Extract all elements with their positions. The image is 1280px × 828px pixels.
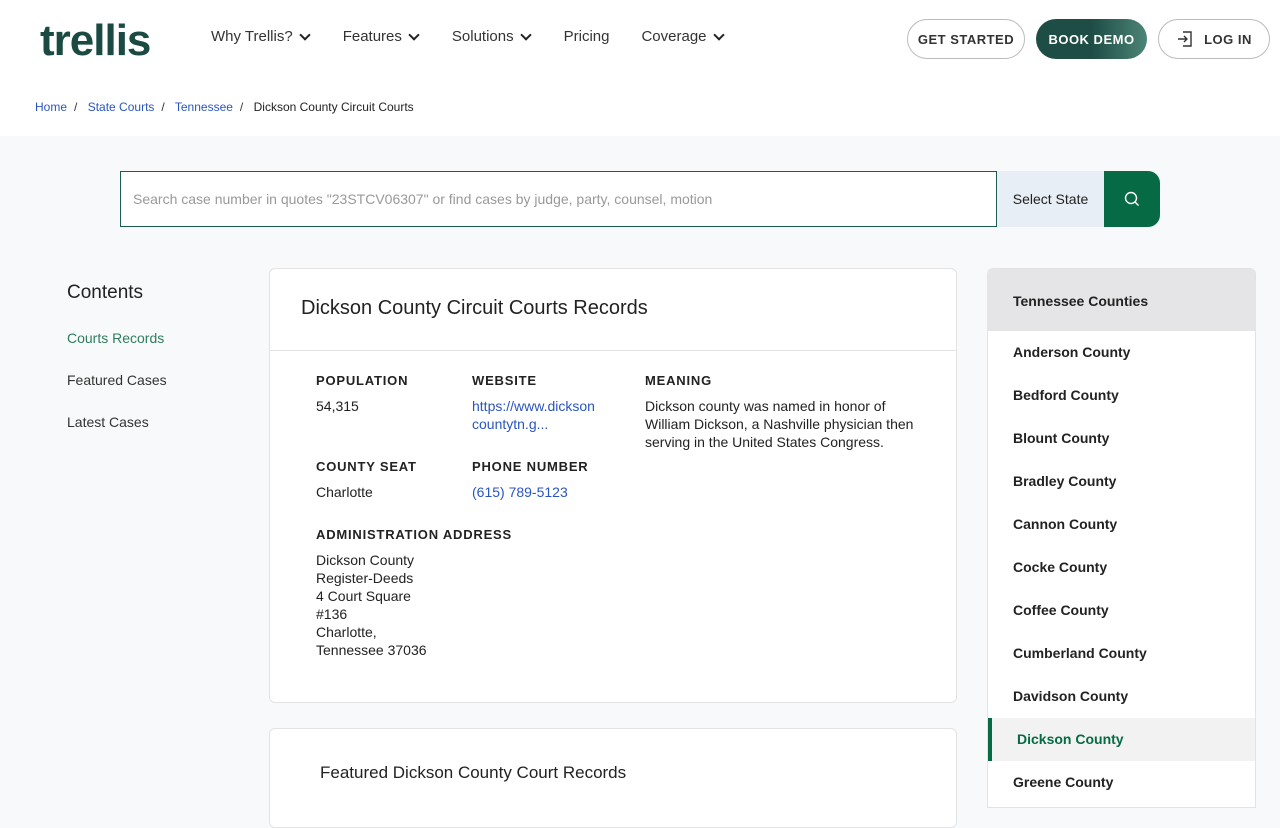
nav-label: Why Trellis?	[211, 28, 293, 45]
breadcrumb: Home / State Courts / Tennessee / Dickson C…	[35, 100, 414, 114]
table-of-contents: Contents Courts Records Featured Cases L…	[67, 282, 167, 456]
county-link[interactable]: Greene County	[988, 761, 1255, 804]
meaning-value: Dickson county was named in honor of Wil…	[645, 398, 914, 450]
county-link[interactable]: Dickson County	[988, 718, 1255, 761]
phone-link[interactable]: (615) 789-5123	[472, 483, 568, 501]
nav-solutions[interactable]: Solutions	[452, 28, 532, 45]
county-seat-value: Charlotte	[316, 484, 373, 500]
address-line: Tennessee 37036	[316, 642, 427, 658]
population-label: POPULATION	[316, 373, 409, 388]
county-link[interactable]: Anderson County	[988, 331, 1255, 374]
address-line: 4 Court Square	[316, 588, 411, 604]
select-state-dropdown[interactable]: Select State	[997, 171, 1104, 227]
chevron-down-icon	[299, 28, 311, 41]
book-demo-button[interactable]: BOOK DEMO	[1036, 19, 1147, 59]
contents-heading: Contents	[67, 282, 144, 303]
breadcrumb-state-courts[interactable]: State Courts	[88, 100, 155, 114]
get-started-button[interactable]: GET STARTED	[907, 19, 1025, 59]
court-records-card: Dickson County Circuit Courts Records PO…	[269, 268, 957, 703]
search-input[interactable]	[120, 171, 997, 227]
phone-label: PHONE NUMBER	[472, 459, 589, 474]
county-link[interactable]: Bedford County	[988, 374, 1255, 417]
log-in-label: LOG IN	[1204, 31, 1252, 47]
nav-features[interactable]: Features	[343, 28, 420, 45]
population-value: 54,315	[316, 398, 359, 414]
featured-records-card: Featured Dickson County Court Records	[269, 728, 957, 828]
county-link[interactable]: Davidson County	[988, 675, 1255, 718]
county-link[interactable]: Cocke County	[988, 546, 1255, 589]
search-bar: Select State	[120, 171, 1160, 227]
meaning-label: MEANING	[645, 373, 712, 388]
search-button[interactable]	[1104, 171, 1160, 227]
address-line: Register-Deeds	[316, 570, 414, 586]
card-title: Dickson County Circuit Courts Records	[270, 269, 956, 351]
breadcrumb-current: Dickson County Circuit Courts	[253, 100, 414, 114]
county-link[interactable]: Coffee County	[988, 589, 1255, 632]
nav-label: Solutions	[451, 28, 514, 45]
county-link[interactable]: Blount County	[988, 417, 1255, 460]
chevron-down-icon	[408, 28, 420, 41]
breadcrumb-bar: Home / State Courts / Tennessee / Dickson C…	[0, 78, 1280, 136]
login-icon	[1178, 31, 1192, 47]
toc-latest-cases[interactable]: Latest Cases	[67, 414, 167, 430]
search-icon	[1124, 191, 1139, 206]
address-value: Dickson County Register-Deeds 4 Court Sq…	[316, 551, 427, 659]
chevron-down-icon	[519, 28, 532, 41]
address-line: Dickson County	[316, 552, 415, 568]
counties-heading: Tennessee Counties	[988, 269, 1255, 331]
counties-sidebar: Tennessee Counties Anderson County Bedfor…	[987, 268, 1256, 808]
header: trellis Why Trellis? Features Solutions …	[0, 0, 1280, 78]
main-nav: Why Trellis? Features Solutions Pricing …	[211, 28, 725, 45]
county-seat-label: COUNTY SEAT	[316, 459, 417, 474]
county-link[interactable]: Bradley County	[988, 460, 1255, 503]
county-link[interactable]: Cumberland County	[988, 632, 1255, 675]
featured-title: Featured Dickson County Court Records	[320, 763, 627, 782]
nav-label: Coverage	[641, 28, 707, 45]
log-in-button[interactable]: LOG IN	[1158, 19, 1270, 59]
trellis-logo[interactable]: trellis	[40, 16, 151, 66]
county-link[interactable]: Cannon County	[988, 503, 1255, 546]
chevron-down-icon	[712, 28, 725, 41]
website-link[interactable]: https://www.dicksoncountytn.g...	[472, 397, 598, 433]
nav-pricing[interactable]: Pricing	[564, 28, 610, 45]
toc-courts-records[interactable]: Courts Records	[67, 330, 167, 346]
nav-coverage[interactable]: Coverage	[641, 28, 725, 45]
website-label: WEBSITE	[472, 373, 537, 388]
nav-why-trellis[interactable]: Why Trellis?	[211, 28, 311, 45]
breadcrumb-tennessee[interactable]: Tennessee	[175, 100, 233, 114]
toc-featured-cases[interactable]: Featured Cases	[67, 372, 167, 388]
breadcrumb-home[interactable]: Home	[35, 100, 67, 114]
address-label: ADMINISTRATION ADDRESS	[316, 527, 512, 542]
address-line: Charlotte,	[316, 624, 377, 640]
nav-label: Features	[342, 28, 402, 45]
address-line: #136	[316, 606, 348, 622]
